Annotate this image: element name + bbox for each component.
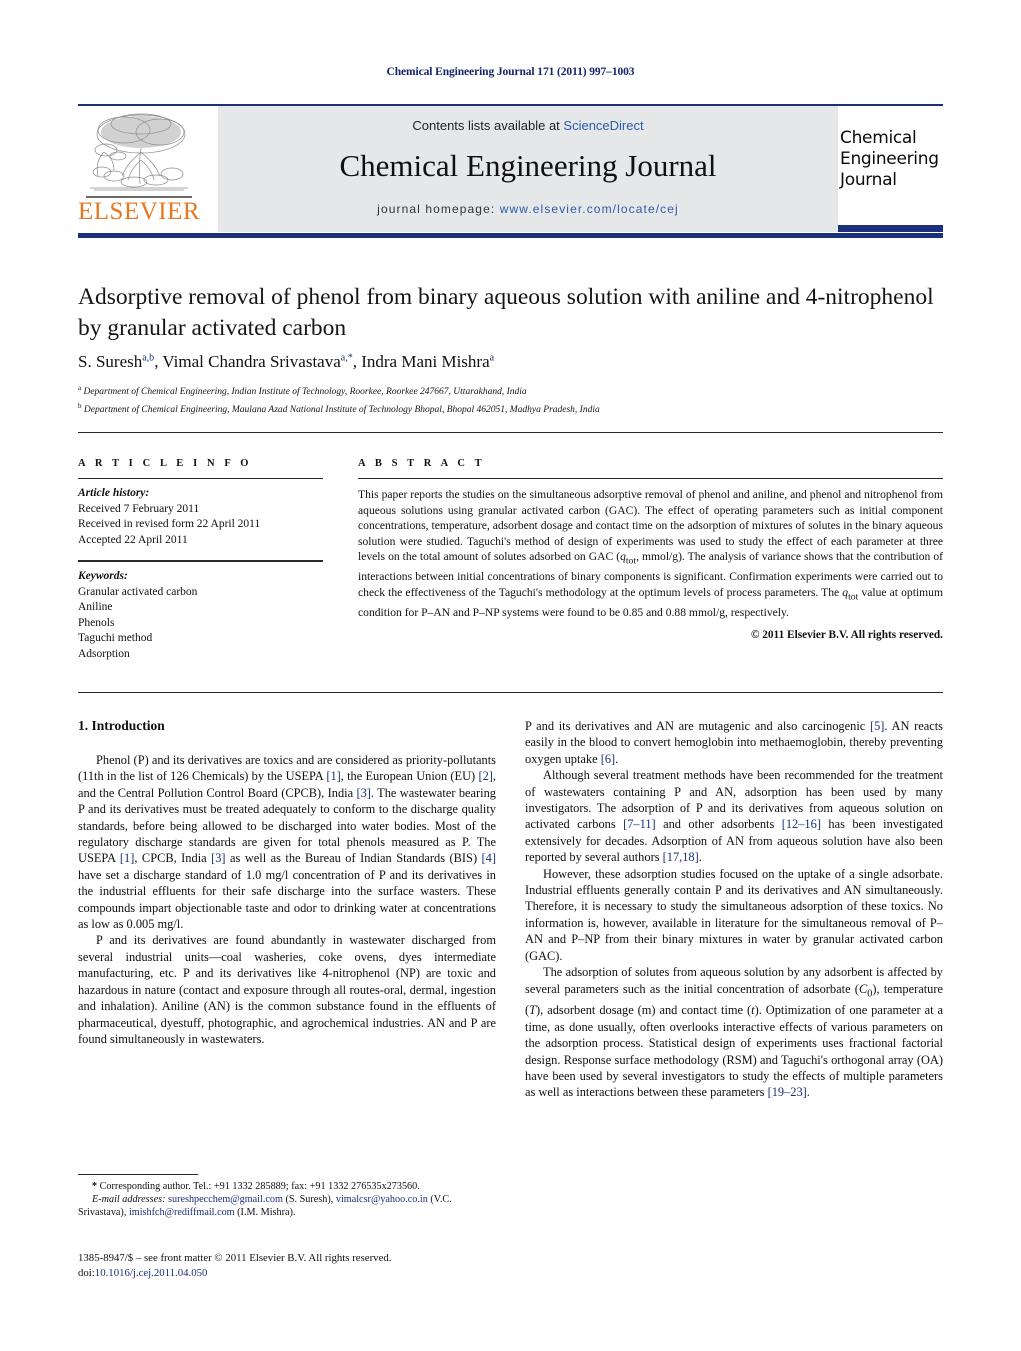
elsevier-tree-icon — [84, 110, 194, 196]
keywords-rule — [78, 560, 323, 562]
keyword-item: Granular activated carbon — [78, 585, 198, 598]
abstract-text: This paper reports the studies on the si… — [358, 488, 943, 619]
masthead-bottom-rule — [78, 233, 943, 238]
corresponding-author-note: * Corresponding author. Tel.: +91 1332 2… — [92, 1181, 420, 1192]
body-column-right: P and its derivatives and AN are mutagen… — [525, 718, 943, 1101]
doi-link[interactable]: 10.1016/j.cej.2011.04.050 — [95, 1267, 208, 1279]
running-head: Chemical Engineering Journal 171 (2011) … — [386, 66, 635, 78]
keywords-label: Keywords: — [78, 570, 128, 582]
journal-cover-thumbnail: Chemical Engineering Journal — [838, 106, 943, 232]
section-title-introduction: 1. Introduction — [78, 718, 165, 733]
abstract-bottom-rule — [78, 692, 943, 693]
abstract-rule — [358, 478, 943, 479]
journal-homepage-line: journal homepage: www.elsevier.com/locat… — [218, 202, 838, 216]
keyword-item: Adsorption — [78, 647, 130, 660]
footnote-rule — [78, 1174, 198, 1175]
abstract-heading: A B S T R A C T — [358, 458, 486, 469]
cover-title-line-2: Engineering — [840, 149, 939, 169]
cover-bottom-bar — [838, 225, 943, 232]
colophon: 1385-8947/$ – see front matter © 2011 El… — [78, 1251, 538, 1280]
doi-prefix: doi: — [78, 1266, 95, 1279]
author-list: S. Suresha,b, Vimal Chandra Srivastavaa,… — [78, 352, 495, 371]
contents-prefix: Contents lists available at — [412, 118, 564, 133]
journal-title: Chemical Engineering Journal — [339, 148, 717, 183]
contents-list-line: Contents lists available at ScienceDirec… — [218, 118, 838, 133]
abstract-block: A B S T R A C T This paper reports the s… — [358, 458, 943, 641]
article-history: Article history: Received 7 February 201… — [78, 486, 323, 548]
body-column-left: 1. Introduction Phenol (P) and its deriv… — [78, 718, 496, 1047]
article-info-block: A R T I C L E I N F O Article history: R… — [78, 458, 323, 662]
sciencedirect-link[interactable]: ScienceDirect — [563, 118, 643, 133]
article-info-rule — [78, 478, 323, 479]
paragraph: Phenol (P) and its derivatives are toxic… — [78, 753, 497, 932]
affiliation-b: b Department of Chemical Engineering, Ma… — [78, 401, 600, 415]
affiliation-b-text: Department of Chemical Engineering, Maul… — [83, 404, 600, 415]
masthead-center-panel: Contents lists available at ScienceDirec… — [218, 106, 838, 232]
abstract-copyright: © 2011 Elsevier B.V. All rights reserved… — [750, 629, 943, 642]
masthead: ELSEVIER Contents lists available at Sci… — [78, 106, 943, 232]
email-addresses-note: E-mail addresses: sureshpecchem@gmail.co… — [78, 1194, 452, 1219]
article-history-label: Article history: — [78, 487, 150, 499]
keyword-item: Taguchi method — [78, 632, 153, 644]
affiliation-a-text: Department of Chemical Engineering, Indi… — [83, 387, 527, 398]
affiliations: a Department of Chemical Engineering, In… — [78, 382, 938, 417]
keyword-item: Aniline — [78, 601, 113, 613]
doi-line: doi:10.1016/j.cej.2011.04.050 — [78, 1266, 538, 1281]
paragraph: However, these adsorption studies focuse… — [525, 866, 943, 963]
affiliation-a: a Department of Chemical Engineering, In… — [78, 384, 527, 398]
homepage-link[interactable]: www.elsevier.com/locate/cej — [500, 202, 679, 216]
paragraph: P and its derivatives are found abundant… — [78, 933, 496, 1046]
homepage-prefix: journal homepage: — [377, 202, 500, 216]
cover-title-line-1: Chemical — [840, 128, 917, 148]
title-bottom-rule — [78, 432, 943, 433]
history-item: Accepted 22 April 2011 — [78, 533, 188, 546]
article-info-heading: A R T I C L E I N F O — [78, 458, 253, 469]
history-item: Received in revised form 22 April 2011 — [78, 518, 261, 530]
article-title: Adsorptive removal of phenol from binary… — [78, 284, 934, 341]
history-item: Received 7 February 2011 — [78, 502, 200, 515]
footnote-block: * Corresponding author. Tel.: +91 1332 2… — [78, 1180, 496, 1220]
issn-front-matter: 1385-8947/$ – see front matter © 2011 El… — [78, 1252, 392, 1264]
elsevier-wordmark: ELSEVIER — [78, 198, 201, 225]
keywords-block: Keywords: Granular activated carbon Anil… — [78, 569, 323, 662]
journal-article-page: Chemical Engineering Journal 171 (2011) … — [0, 0, 1021, 1351]
paragraph: The adsorption of solutes from aqueous s… — [525, 965, 943, 1100]
keyword-item: Phenols — [78, 616, 115, 629]
cover-title-line-3: Journal — [840, 170, 897, 190]
paragraph: Although several treatment methods have … — [525, 768, 943, 865]
paragraph: P and its derivatives and AN are mutagen… — [525, 719, 944, 766]
elsevier-logo: ELSEVIER — [78, 106, 200, 232]
cover-title: Chemical Engineering Journal — [840, 128, 939, 191]
